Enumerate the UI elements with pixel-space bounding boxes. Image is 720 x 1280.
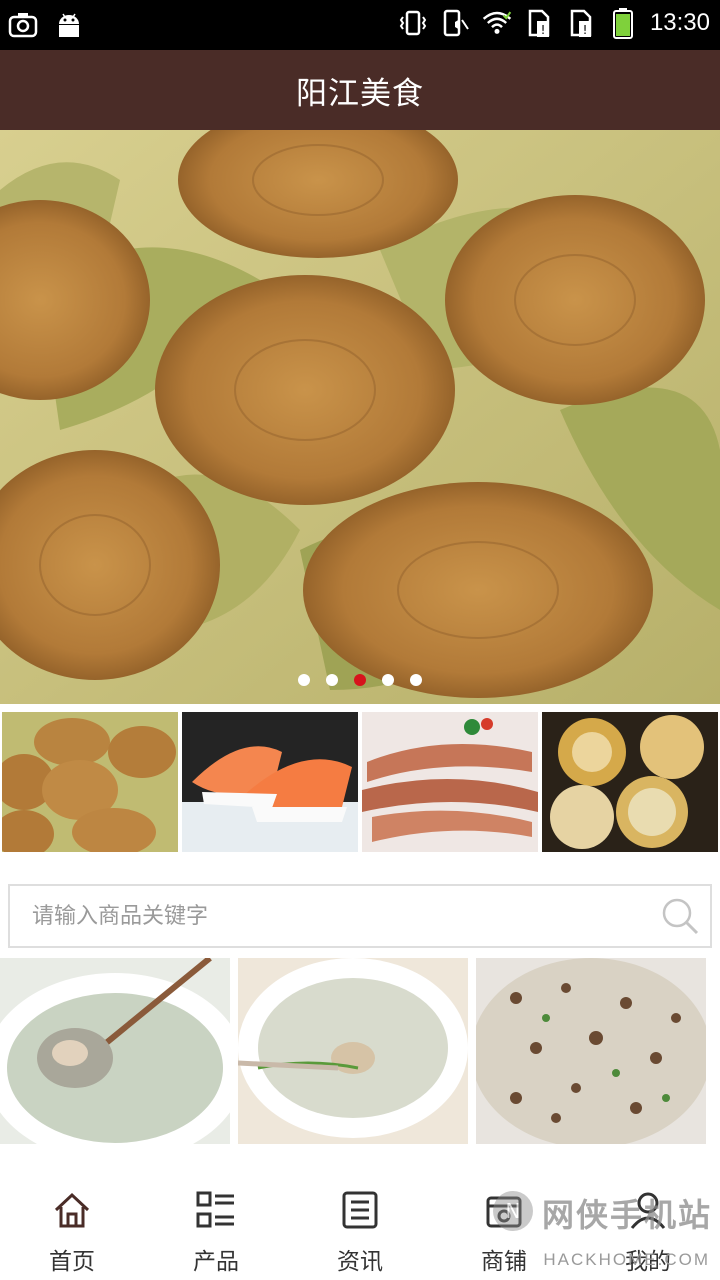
- banner-carousel[interactable]: [0, 130, 720, 704]
- status-bar: ! ! 13:30: [0, 0, 720, 50]
- sim1-icon: !: [524, 6, 554, 40]
- svg-text:!: !: [583, 23, 588, 37]
- product-fried-rice[interactable]: [476, 958, 706, 1144]
- search-bar: [8, 884, 712, 948]
- svg-text:N: N: [506, 1199, 521, 1223]
- watermark-logo-icon: N: [490, 1188, 536, 1238]
- screenshot-icon: [8, 8, 38, 42]
- svg-text:!: !: [541, 23, 546, 37]
- watermark: N 网侠手机站: [490, 1188, 712, 1238]
- nav-item-products[interactable]: 产品: [144, 1176, 288, 1280]
- watermark-text: 网侠手机站: [541, 1196, 712, 1234]
- carousel-dot-active[interactable]: [354, 674, 366, 686]
- category-thumbnails: [0, 712, 720, 852]
- nav-label-news: 资讯: [337, 1249, 383, 1275]
- thumbnail-mantis-shrimp[interactable]: [362, 712, 538, 852]
- nav-label-shop: 商铺: [481, 1249, 527, 1275]
- thumbnail-salmon-sushi[interactable]: [182, 712, 358, 852]
- nav-label-products: 产品: [193, 1249, 239, 1275]
- vibrate-icon: [398, 6, 428, 40]
- battery-icon: [608, 6, 638, 40]
- android-icon: [54, 8, 84, 42]
- wifi-icon: [482, 6, 512, 40]
- banner-image: [0, 130, 720, 704]
- thumbnail-packaged-pastries[interactable]: [542, 712, 718, 852]
- carousel-dot[interactable]: [410, 674, 422, 686]
- carousel-dot[interactable]: [382, 674, 394, 686]
- news-icon: [338, 1188, 382, 1232]
- product-clam-soup-ladle[interactable]: [0, 958, 230, 1144]
- silent-icon: [440, 6, 470, 40]
- watermark-url: HACKHOME.COM: [543, 1250, 710, 1269]
- product-clam-soup-bowl[interactable]: [238, 958, 468, 1144]
- list-icon: [194, 1188, 238, 1232]
- carousel-dot[interactable]: [326, 674, 338, 686]
- home-icon: [50, 1188, 94, 1232]
- product-grid: [0, 958, 720, 1144]
- nav-item-home[interactable]: 首页: [0, 1176, 144, 1280]
- sim2-icon: !: [566, 6, 596, 40]
- search-icon[interactable]: [650, 886, 710, 946]
- page-title: 阳江美食: [296, 75, 424, 112]
- nav-label-home: 首页: [49, 1249, 95, 1275]
- search-input[interactable]: [32, 903, 650, 929]
- carousel-dot[interactable]: [298, 674, 310, 686]
- thumbnail-rice-cakes[interactable]: [2, 712, 178, 852]
- carousel-indicators: [0, 674, 720, 686]
- app-header: 阳江美食: [0, 50, 720, 130]
- clock: 13:30: [649, 9, 710, 36]
- nav-item-news[interactable]: 资讯: [288, 1176, 432, 1280]
